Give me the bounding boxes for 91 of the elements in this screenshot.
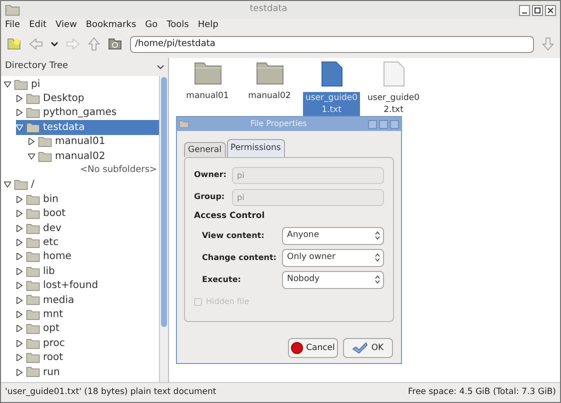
tree-item[interactable]: testdata: [16, 120, 159, 135]
folder-icon[interactable]: [108, 38, 122, 50]
folder-icon: [26, 92, 40, 104]
dialog-title: File Properties: [249, 118, 308, 130]
menu-item[interactable]: View: [56, 19, 77, 33]
field-label: Group:: [194, 191, 226, 203]
expanded-triangle-icon[interactable]: [28, 152, 35, 160]
folder-icon[interactable]: [194, 61, 222, 85]
tree-item[interactable]: home: [16, 250, 159, 264]
tree-item[interactable]: root: [16, 350, 159, 365]
caret-icon[interactable]: [157, 64, 164, 70]
checkmark-icon: [352, 342, 368, 354]
scrollbar[interactable]: [159, 76, 168, 382]
tree-item[interactable]: etc: [16, 235, 159, 250]
tree-item[interactable]: proc: [16, 336, 159, 350]
tree-item[interactable]: boot: [16, 206, 159, 221]
document-icon[interactable]: [320, 61, 342, 87]
status-text: 'user_guide01.txt' (18 bytes) plain text document: [5, 386, 216, 399]
maximize-button[interactable]: [532, 4, 543, 16]
folder-icon: [38, 150, 52, 162]
folder-icon: [26, 308, 40, 320]
file-name[interactable]: manual02: [247, 90, 292, 102]
folder-icon: [26, 236, 40, 248]
folder-icon: [5, 4, 20, 16]
section-heading: Access Control: [194, 210, 265, 223]
tree-item[interactable]: python_games: [16, 106, 159, 120]
folder-icon: [26, 352, 40, 364]
folder-icon: [26, 280, 40, 292]
folder-icon: [26, 251, 40, 262]
folder-icon: [26, 222, 40, 234]
select-label: View content:: [202, 230, 266, 242]
tree-item[interactable]: media: [16, 292, 159, 308]
menu-item[interactable]: Go: [145, 19, 158, 33]
file-name[interactable]: manual01: [185, 90, 230, 102]
folder-icon: [26, 194, 40, 205]
folder-icon: [14, 78, 28, 90]
tree-item[interactable]: Desktop: [16, 91, 159, 106]
menu-item[interactable]: File: [5, 19, 20, 33]
menu-item[interactable]: Help: [198, 19, 218, 33]
tab[interactable]: Permissions: [226, 139, 285, 157]
select-label: Execute:: [202, 274, 242, 286]
folder-icon: [26, 338, 40, 349]
tree-item[interactable]: pi: [4, 77, 159, 92]
folder-icon[interactable]: [256, 61, 284, 85]
folder-icon: [26, 266, 40, 277]
menu-item[interactable]: Edit: [29, 19, 46, 33]
tree-item[interactable]: dev: [16, 220, 159, 236]
folder-icon: [26, 122, 40, 133]
close-button[interactable]: [545, 4, 556, 16]
folder-icon: [26, 323, 40, 334]
tree-item[interactable]: manual02: [28, 148, 159, 164]
select-label: Change content:: [202, 252, 278, 264]
up-down-icon: [375, 275, 380, 284]
dropdown[interactable]: Nobody: [282, 270, 384, 288]
expanded-triangle-icon[interactable]: [4, 80, 11, 88]
location-field[interactable]: /home/pi/testdata: [130, 36, 534, 52]
menu-item[interactable]: Tools: [166, 19, 189, 33]
tab[interactable]: General: [184, 142, 226, 157]
up-down-icon: [375, 253, 380, 262]
tree-item[interactable]: run: [16, 364, 159, 380]
caret-icon[interactable]: [51, 42, 58, 46]
stop-icon: [291, 342, 304, 354]
file-name[interactable]: user_guide02.txt: [365, 92, 422, 116]
tree-item[interactable]: bin: [16, 192, 159, 207]
folder-icon: [26, 208, 40, 220]
field-label: Owner:: [194, 169, 228, 181]
free-space-text: Free space: 4.5 GiB (Total: 7.3 GiB): [408, 386, 556, 399]
close-icon: [547, 6, 554, 14]
cancel-button[interactable]: Cancel: [288, 338, 338, 358]
folder-icon: [14, 179, 28, 191]
up-down-icon: [375, 231, 380, 240]
expanded-triangle-icon[interactable]: [4, 181, 11, 188]
folder-icon: [26, 366, 40, 378]
minimize-button[interactable]: [519, 4, 530, 16]
tree-item[interactable]: lib: [16, 264, 159, 278]
tree-note: <No subfolders>: [80, 164, 158, 177]
window-title: testdata: [248, 3, 288, 16]
dropdown[interactable]: Anyone: [282, 226, 384, 244]
tree-item[interactable]: /: [4, 178, 159, 192]
tree-item[interactable]: lost+found: [16, 278, 159, 293]
collapsed-triangle-icon[interactable]: [28, 138, 35, 146]
maximize-icon: [534, 6, 541, 14]
menu-item[interactable]: Bookmarks: [86, 19, 136, 33]
ok-button[interactable]: OK: [343, 338, 393, 358]
sidebar-title: Directory Tree: [5, 60, 68, 74]
folder-icon: [26, 294, 40, 306]
tree-item[interactable]: mnt: [16, 307, 159, 322]
folder-icon: [179, 120, 189, 128]
tree-item[interactable]: opt: [16, 322, 159, 336]
tree-item[interactable]: manual01: [28, 134, 159, 149]
dropdown[interactable]: Only owner: [282, 248, 384, 266]
